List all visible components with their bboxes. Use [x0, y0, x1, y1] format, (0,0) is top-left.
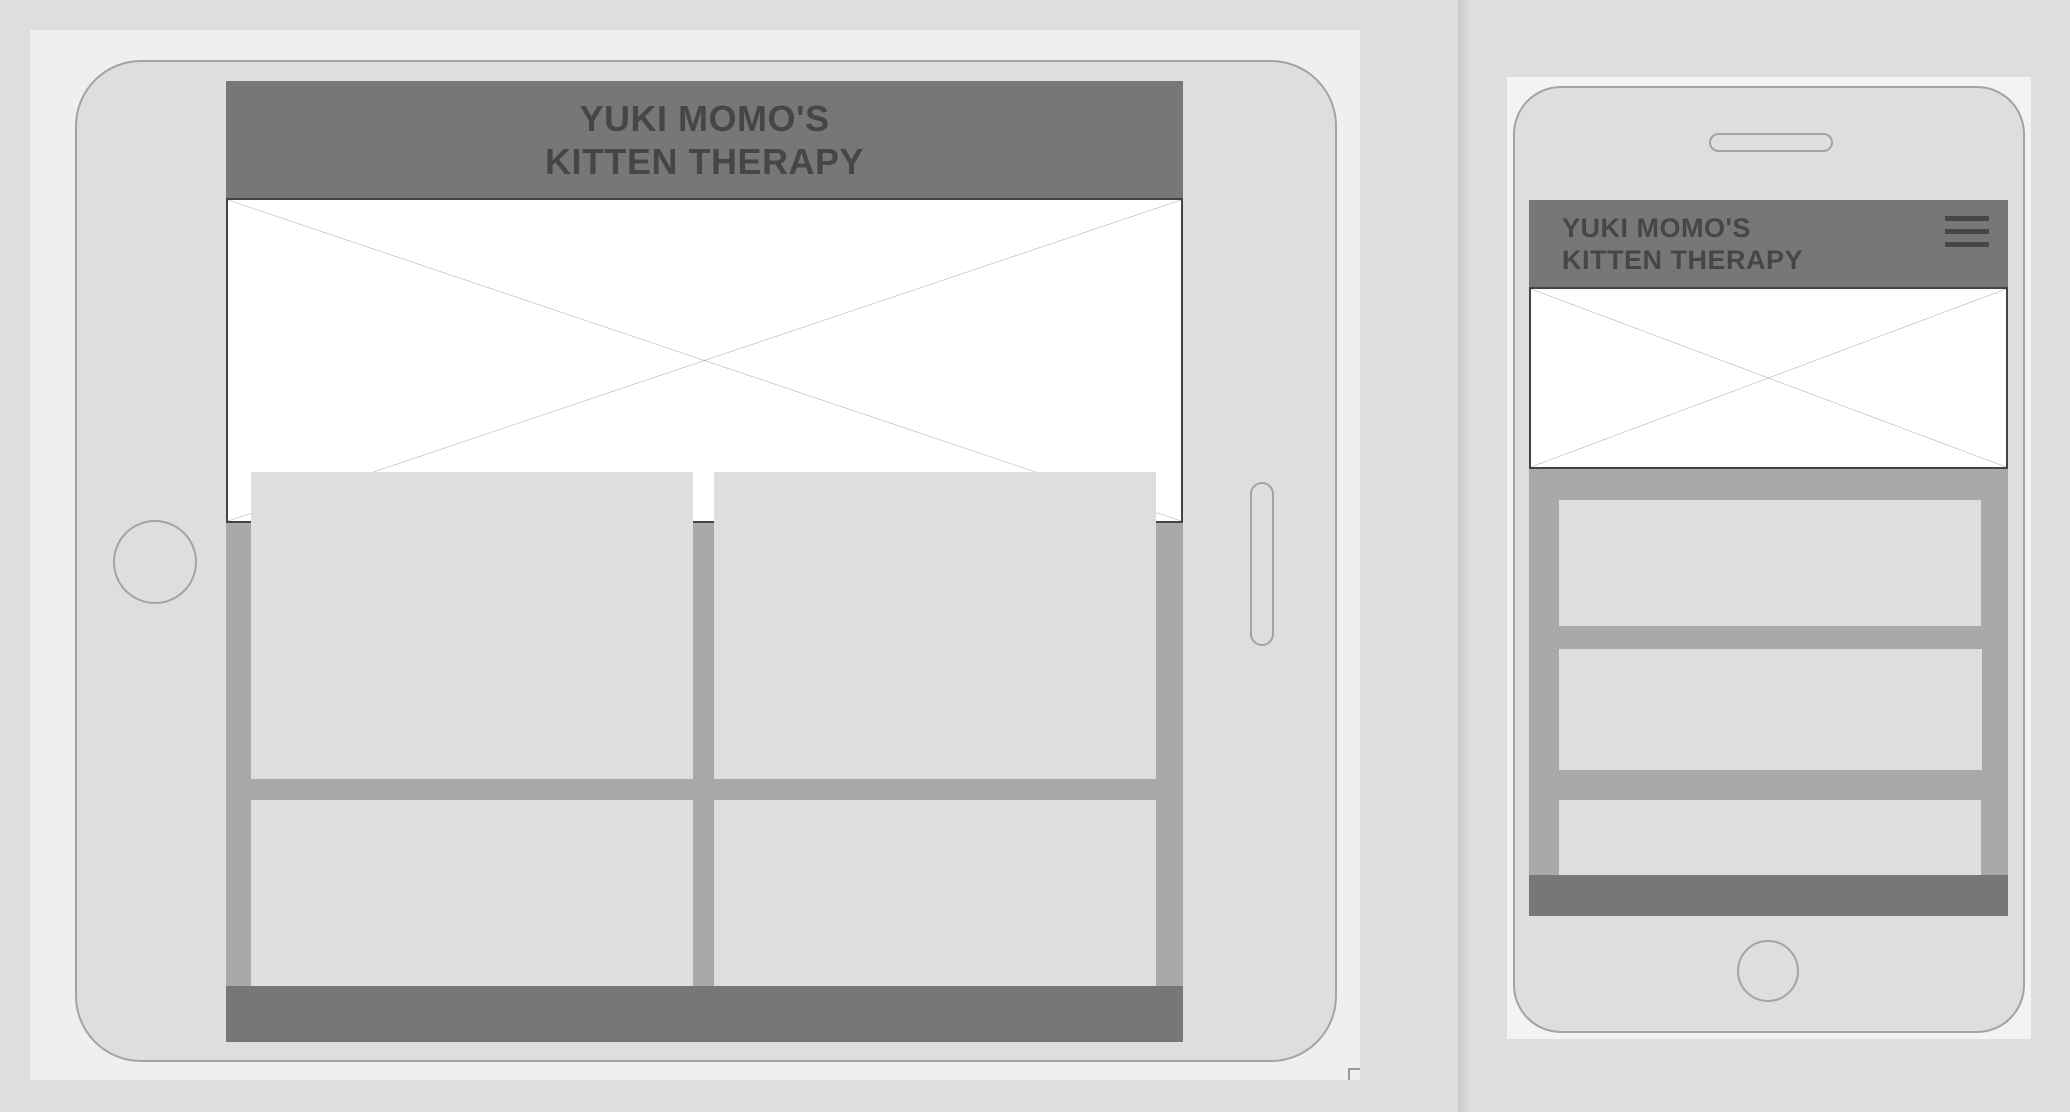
phone-footer — [1529, 875, 2008, 916]
content-card — [714, 472, 1156, 779]
phone-screen: YUKI MOMO'S KITTEN THERAPY — [1529, 200, 2008, 916]
tablet-header: YUKI MOMO'S KITTEN THERAPY — [226, 81, 1183, 198]
tablet-home-button — [113, 520, 197, 604]
site-title: YUKI MOMO'S KITTEN THERAPY — [1562, 213, 1804, 275]
resize-handle[interactable] — [1348, 1068, 1360, 1080]
tablet-speaker — [1250, 482, 1274, 646]
tablet-screen: YUKI MOMO'S KITTEN THERAPY — [226, 81, 1183, 1042]
image-placeholder-icon — [1529, 287, 2008, 469]
content-card — [1559, 500, 1981, 626]
content-card — [714, 800, 1156, 986]
phone-home-button — [1737, 940, 1799, 1002]
content-card — [251, 472, 693, 779]
panel-divider[interactable] — [1458, 0, 1470, 1112]
content-card — [1559, 649, 1982, 770]
content-card — [1559, 800, 1981, 875]
phone-header: YUKI MOMO'S KITTEN THERAPY — [1529, 200, 2008, 287]
tablet-footer — [226, 986, 1183, 1042]
hamburger-icon[interactable] — [1945, 216, 1989, 248]
content-card — [251, 800, 693, 986]
phone-speaker — [1709, 133, 1833, 152]
site-title: YUKI MOMO'S KITTEN THERAPY — [544, 97, 864, 182]
